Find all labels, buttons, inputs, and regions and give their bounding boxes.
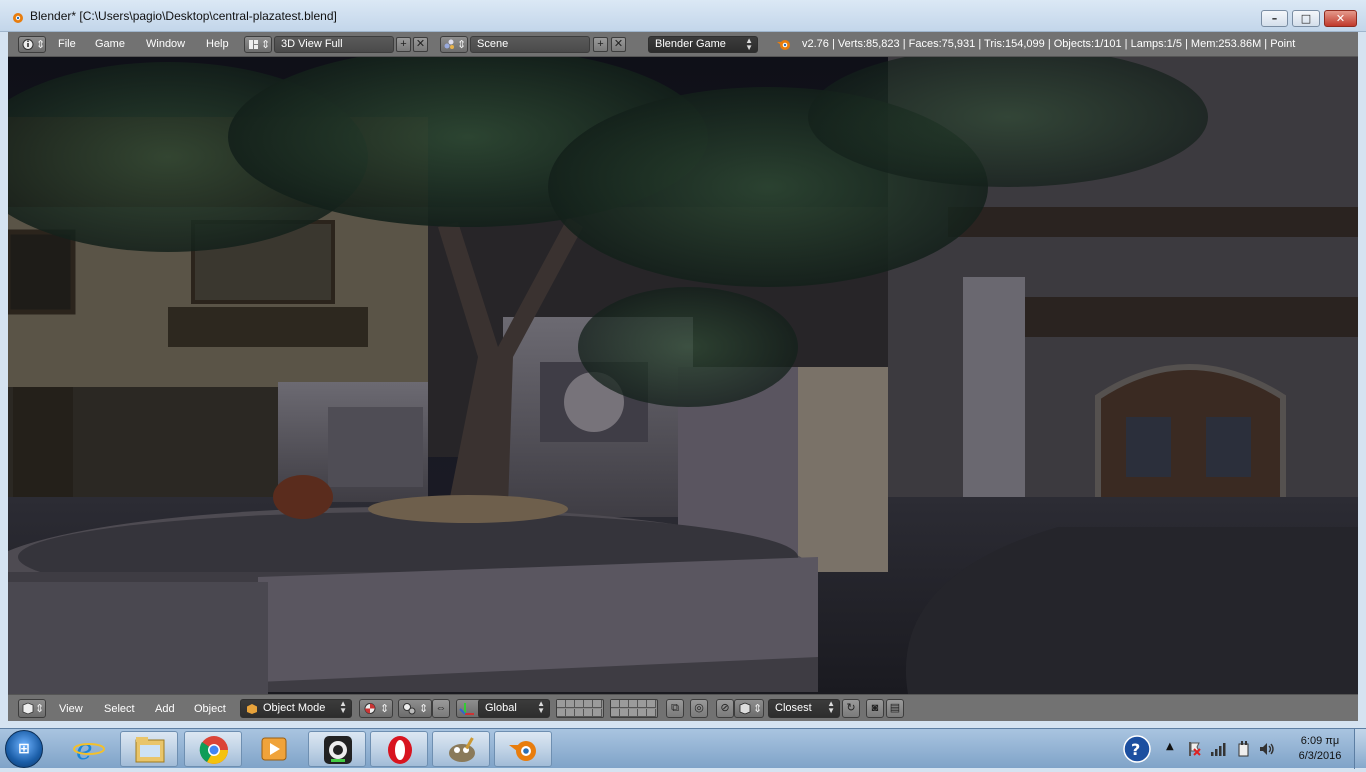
show-desktop-button[interactable] xyxy=(1354,729,1366,769)
render-animation-icon[interactable]: ▤ xyxy=(886,699,904,718)
taskbar-app[interactable] xyxy=(494,731,552,767)
system-clock[interactable]: 6:09 πμ 6/3/2016 xyxy=(1290,734,1350,764)
pivot-point-dropdown[interactable]: ⇕ xyxy=(398,699,432,718)
info-header: ⇕ File Game Window Help ⇕ 3D View Full +… xyxy=(8,32,1358,57)
scene-browse-button[interactable]: ⇕ xyxy=(440,36,468,53)
menu-view[interactable]: View xyxy=(59,703,83,715)
svg-text:⇕: ⇕ xyxy=(35,703,44,715)
render-camera-icon[interactable]: ◙ xyxy=(866,699,884,718)
screen-layout-browse-button[interactable]: ⇕ xyxy=(244,36,272,53)
clock-time: 6:09 πμ xyxy=(1300,735,1340,747)
manipulator-toggle-icon[interactable]: ⇔ xyxy=(432,699,450,718)
object-mode-icon xyxy=(247,704,257,714)
taskbar-app[interactable] xyxy=(120,731,178,767)
svg-text:?: ? xyxy=(1131,740,1140,759)
window-title: Blender* [C:\Users\pagio\Desktop\central… xyxy=(30,9,337,23)
transform-orientation-dropdown[interactable]: Global ▲ ▼ xyxy=(478,699,550,718)
add-screen-icon[interactable]: + xyxy=(396,37,411,52)
taskbar-app[interactable] xyxy=(308,731,366,767)
explorer-icon xyxy=(135,737,165,763)
show-hidden-icons-icon[interactable]: ▲ xyxy=(1166,741,1174,752)
layers-block-1[interactable] xyxy=(556,699,604,718)
svg-text:⇕: ⇕ xyxy=(261,39,270,51)
windows-logo-icon: ⊞ xyxy=(18,741,30,757)
menu-window[interactable]: Window xyxy=(146,38,185,50)
volume-icon[interactable] xyxy=(1258,741,1276,757)
svg-text:e: e xyxy=(76,733,93,766)
svg-text:⇕: ⇕ xyxy=(36,39,45,51)
snap-target-dropdown[interactable]: Closest ▲ ▼ xyxy=(768,699,840,718)
menu-select[interactable]: Select xyxy=(104,703,135,715)
delete-screen-icon[interactable]: ✕ xyxy=(413,37,428,52)
scene-statistics: v2.76 | Verts:85,823 | Faces:75,931 | Tr… xyxy=(802,38,1296,50)
editor-type-button[interactable]: ⇕ xyxy=(18,36,46,53)
layers-block-2[interactable] xyxy=(610,699,658,718)
svg-text:⇕: ⇕ xyxy=(419,703,428,715)
maximize-button[interactable]: □ xyxy=(1292,10,1320,27)
editor-type-button-3d[interactable]: ⇕ xyxy=(18,699,46,718)
network-signal-icon[interactable] xyxy=(1210,741,1228,757)
3d-viewport[interactable] xyxy=(8,57,1358,694)
pivot-icon: ⇕ xyxy=(403,703,428,715)
menu-file[interactable]: File xyxy=(58,38,76,50)
mode-dropdown[interactable]: Object Mode ▲ ▼ xyxy=(240,699,352,718)
blender-logo-icon xyxy=(777,40,790,50)
add-scene-icon[interactable]: + xyxy=(593,37,608,52)
svg-text:⇕: ⇕ xyxy=(457,39,466,51)
lock-layers-icon[interactable]: ⧉ xyxy=(666,699,684,718)
clock-date: 6/3/2016 xyxy=(1298,750,1342,762)
render-engine-dropdown[interactable]: Blender Game ▲ ▼ xyxy=(648,36,758,53)
camera-icon xyxy=(324,736,352,764)
power-icon[interactable] xyxy=(1236,740,1252,758)
taskbar-app[interactable]: e xyxy=(60,731,118,767)
delete-scene-icon[interactable]: ✕ xyxy=(611,37,626,52)
start-button[interactable]: ⊞ xyxy=(5,730,43,768)
close-button[interactable]: ✕ xyxy=(1324,10,1357,27)
menu-object[interactable]: Object xyxy=(194,703,226,715)
viewport-shading-dropdown[interactable]: ⇕ xyxy=(359,699,393,718)
updown-arrow-icon: ▲ ▼ xyxy=(827,699,835,715)
help-icon[interactable]: ? xyxy=(1122,734,1152,764)
3d-view-header: ⇕ View Select Add Object Object Mode ▲ ▼ … xyxy=(8,694,1358,721)
media-icon xyxy=(261,737,287,761)
updown-arrow-icon: ▲ ▼ xyxy=(745,36,753,52)
menu-game[interactable]: Game xyxy=(95,38,125,50)
minimize-button[interactable]: – xyxy=(1261,10,1288,27)
menu-help[interactable]: Help xyxy=(206,38,229,50)
window-titlebar[interactable]: Blender* [C:\Users\pagio\Desktop\central… xyxy=(0,0,1366,32)
opera-icon xyxy=(388,736,412,764)
screen-layout-field[interactable]: 3D View Full xyxy=(274,36,394,53)
texture-shading-icon: ⇕ xyxy=(364,703,389,715)
ie-icon: e xyxy=(73,733,105,766)
snap-cube-icon: ⇕ xyxy=(739,702,762,715)
gimp-icon xyxy=(449,737,475,762)
proportional-edit-icon[interactable]: ◎ xyxy=(690,699,708,718)
menu-add[interactable]: Add xyxy=(155,703,175,715)
taskbar-app[interactable] xyxy=(432,731,490,767)
taskbar-app[interactable] xyxy=(370,731,428,767)
snap-element-dropdown[interactable]: ⇕ xyxy=(734,699,764,718)
updown-arrow-icon: ▲ ▼ xyxy=(339,699,347,715)
scene-field[interactable]: Scene xyxy=(470,36,590,53)
layout-icon: ⇕ xyxy=(249,39,270,51)
svg-text:⇕: ⇕ xyxy=(753,703,762,715)
snap-rotate-icon[interactable]: ↻ xyxy=(842,699,860,718)
taskbar: ⊞ e ? ▲ 6:09 πμ 6/3/2016 xyxy=(0,728,1366,769)
info-icon: ⇕ xyxy=(22,39,45,51)
scene-icon: ⇕ xyxy=(444,39,466,51)
blender-app-icon xyxy=(13,13,23,23)
taskbar-app[interactable] xyxy=(184,731,242,767)
scene-render xyxy=(8,57,1358,694)
snap-toggle-icon[interactable]: ⊘ xyxy=(716,699,734,718)
svg-text:⇕: ⇕ xyxy=(380,703,389,715)
taskbar-app[interactable] xyxy=(246,731,304,767)
blender-icon xyxy=(509,741,536,761)
chrome-icon xyxy=(199,736,228,764)
3d-view-icon: ⇕ xyxy=(22,702,44,715)
updown-arrow-icon: ▲ ▼ xyxy=(537,699,545,715)
action-center-icon[interactable] xyxy=(1186,741,1202,757)
